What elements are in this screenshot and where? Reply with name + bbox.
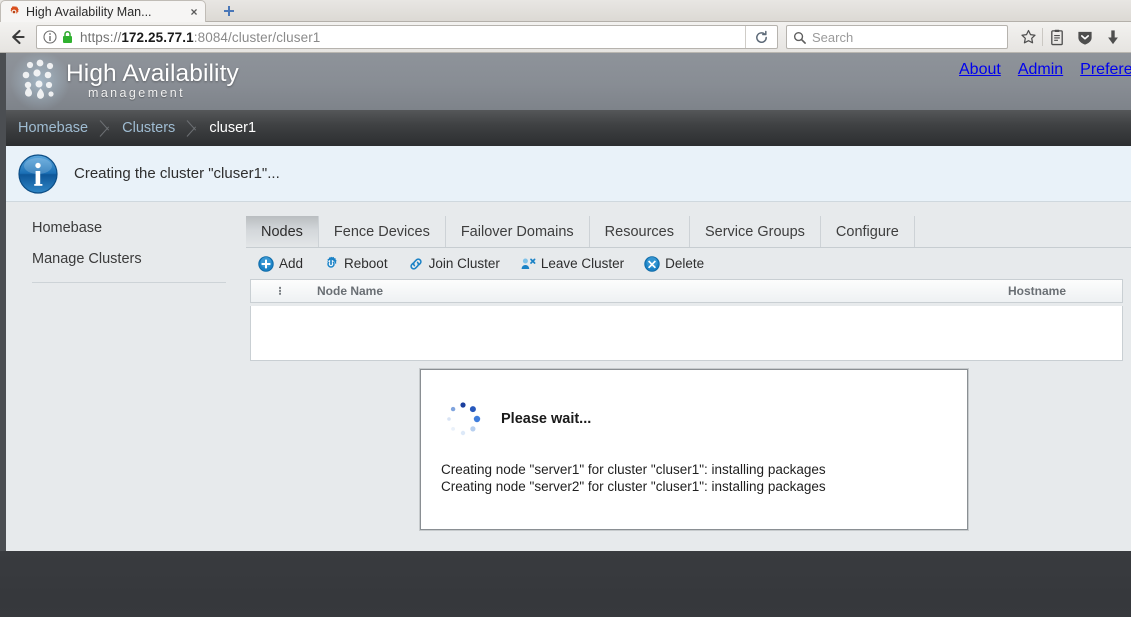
column-header-node-name[interactable]: Node Name (309, 284, 479, 298)
tab-fence-devices[interactable]: Fence Devices (319, 216, 446, 247)
url-bar[interactable]: https://172.25.77.1:8084/cluster/cluser1 (36, 25, 778, 49)
browser-window: High Availability Man... × https://172.2… (0, 0, 1131, 617)
breadcrumb: Homebase Clusters cluser1 (0, 110, 1131, 146)
plus-icon (224, 5, 234, 16)
gear-power-icon (326, 256, 337, 268)
navbar-icons (1014, 23, 1127, 51)
dialog-header: Please wait... (441, 398, 967, 440)
leave-icon (521, 258, 536, 269)
table-body (250, 306, 1123, 361)
node-toolbar: Add Reboot Join Cluster Leave Cluster De… (246, 248, 1131, 279)
download-icon[interactable] (1099, 23, 1127, 51)
column-header-select[interactable]: ⁝ (251, 284, 309, 298)
page-left-edge (0, 53, 6, 498)
web-page: High Availability management About Admin… (0, 53, 1131, 551)
dialog-message-line: Creating node "server2" for cluster "clu… (441, 478, 826, 494)
plus-circle-icon (258, 255, 274, 272)
reload-button[interactable] (745, 26, 777, 48)
chevron-right-icon (88, 110, 122, 146)
browser-tab-title: High Availability Man... (26, 4, 152, 19)
sidebar-divider (32, 282, 226, 283)
add-button[interactable]: Add (258, 255, 304, 272)
cluster-logo-icon (10, 53, 70, 110)
tab-bar: Nodes Fence Devices Failover Domains Res… (246, 216, 1131, 248)
reboot-button-label: Reboot (344, 256, 388, 271)
new-tab-button[interactable] (212, 1, 246, 22)
please-wait-dialog: Please wait... Creating node "server1" f… (420, 369, 968, 530)
nodes-table: ⁝ Node Name Hostname (246, 279, 1131, 361)
app-subtitle: management (88, 86, 185, 100)
url-scheme: https:// (80, 29, 122, 45)
x-circle-icon (644, 255, 660, 272)
bookmark-star-icon[interactable] (1014, 23, 1042, 51)
dialog-title: Please wait... (501, 411, 592, 427)
status-message: Creating the cluster "cluser1"... (74, 165, 280, 182)
dialog-message-line: Creating node "server1" for cluster "clu… (441, 462, 826, 477)
lock-icon (62, 30, 73, 44)
arrow-left-icon (12, 29, 25, 45)
delete-button[interactable]: Delete (644, 255, 705, 272)
tab-configure[interactable]: Configure (821, 216, 915, 247)
info-icon (18, 153, 58, 194)
browser-navbar: https://172.25.77.1:8084/cluster/cluser1… (0, 22, 1131, 53)
sidebar: Homebase Manage Clusters (0, 146, 246, 551)
status-banner: Creating the cluster "cluser1"... (0, 146, 1131, 202)
tab-resources[interactable]: Resources (590, 216, 690, 247)
tab-service-groups[interactable]: Service Groups (690, 216, 821, 247)
link-icon (409, 257, 422, 270)
browser-tab[interactable]: High Availability Man... × (0, 0, 206, 22)
app-header: High Availability management About Admin… (0, 53, 1131, 110)
sidebar-item-manage-clusters[interactable]: Manage Clusters (32, 251, 142, 267)
search-input[interactable]: Search (812, 30, 853, 45)
dialog-messages: Creating node "server1" for cluster "clu… (441, 462, 967, 495)
close-icon[interactable]: × (187, 5, 201, 19)
chevron-right-icon (175, 110, 209, 146)
leave-cluster-button[interactable]: Leave Cluster (520, 256, 624, 272)
url-text: https://172.25.77.1:8084/cluster/cluser1 (80, 30, 745, 45)
header-link-about[interactable]: About (959, 61, 1001, 79)
join-cluster-button[interactable]: Join Cluster (408, 256, 500, 272)
shield-pocket-icon[interactable] (1071, 23, 1099, 51)
page-title: High Availability (66, 60, 239, 87)
add-button-label: Add (279, 256, 304, 271)
header-link-preferences[interactable]: Preferences (1080, 61, 1131, 79)
breadcrumb-item-current: cluser1 (209, 120, 257, 136)
back-button[interactable] (4, 23, 32, 51)
tab-failover-domains[interactable]: Failover Domains (446, 216, 590, 247)
url-path: :8084/cluster/cluser1 (193, 29, 321, 45)
gear-icon (7, 5, 21, 19)
table-header-row: ⁝ Node Name Hostname (250, 279, 1123, 303)
library-icon[interactable] (1043, 23, 1071, 51)
join-cluster-label: Join Cluster (428, 256, 500, 271)
url-host: 172.25.77.1 (121, 29, 194, 45)
breadcrumb-item-clusters[interactable]: Clusters (122, 120, 175, 136)
tab-nodes[interactable]: Nodes (246, 216, 319, 247)
browser-tabstrip: High Availability Man... × (0, 0, 1131, 22)
breadcrumb-item-homebase[interactable]: Homebase (18, 120, 88, 136)
header-links: About Admin Preferences (931, 53, 1131, 110)
search-bar[interactable]: Search (786, 25, 1008, 49)
reboot-button[interactable]: Reboot (323, 256, 388, 272)
leave-cluster-label: Leave Cluster (540, 256, 625, 271)
reload-icon (756, 30, 767, 43)
search-icon (793, 31, 806, 44)
page-footer-area: https://blog.csdn.net/weixin_42446031 (0, 551, 1131, 617)
column-header-hostname[interactable]: Hostname (952, 284, 1122, 298)
app-brand: High Availability management (66, 60, 239, 100)
sidebar-item-homebase[interactable]: Homebase (32, 220, 102, 236)
delete-button-label: Delete (665, 256, 705, 271)
loading-spinner (447, 402, 481, 436)
page-info-icon[interactable] (43, 30, 57, 44)
header-link-admin[interactable]: Admin (1018, 61, 1063, 79)
